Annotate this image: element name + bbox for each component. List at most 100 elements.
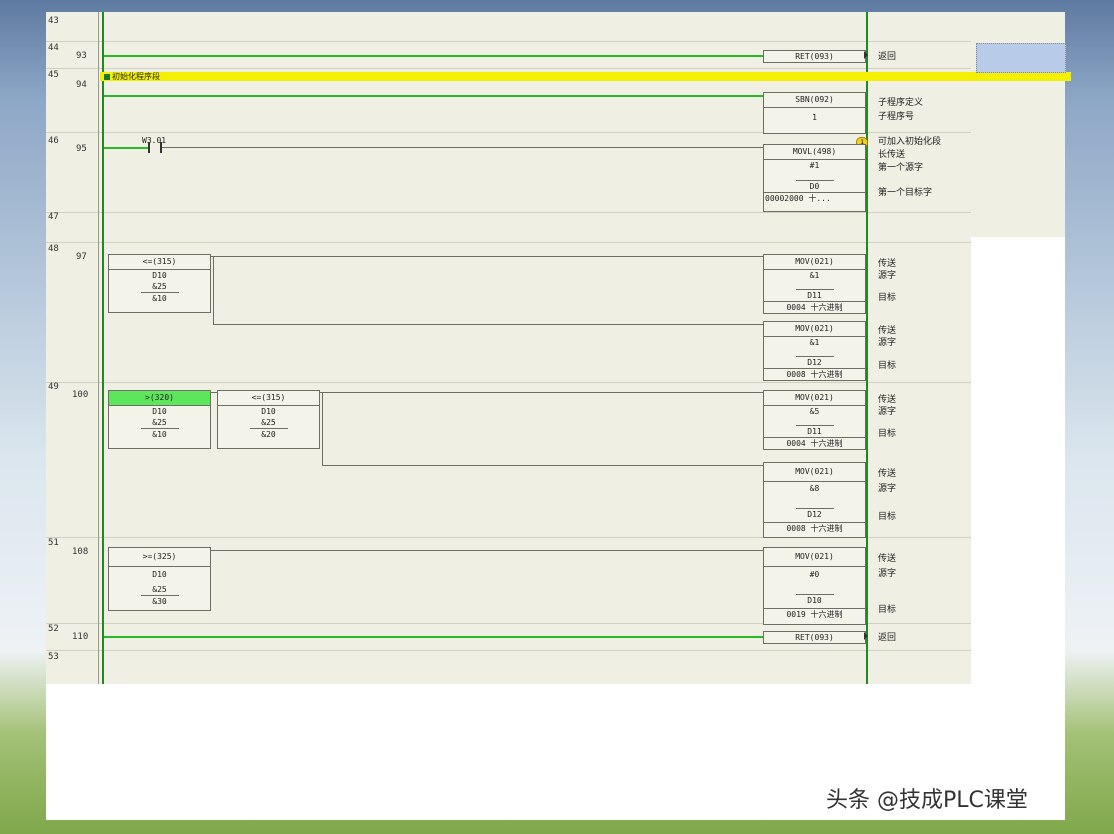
- section-header: 初始化程序段: [104, 72, 160, 81]
- mov-instruction[interactable]: MOV(021) &5 D11 0004 十六进制: [763, 390, 866, 450]
- operand: D10: [152, 271, 167, 280]
- rung-line: [104, 636, 764, 638]
- operand-value: 0004 十六进制: [764, 437, 865, 450]
- operand: D12: [807, 510, 822, 519]
- rung-line: [213, 324, 763, 325]
- comment: 目标: [878, 361, 897, 371]
- compare-instruction[interactable]: >=(325) D10 &25 &30: [108, 547, 211, 611]
- row-number: 52: [48, 624, 59, 634]
- section-label: 初始化程序段: [112, 72, 160, 81]
- right-power-rail: [866, 12, 868, 684]
- rung-line: [162, 147, 764, 148]
- comment: 目标: [878, 605, 897, 615]
- instruction-name: MOV(021): [764, 322, 865, 337]
- comment: 子程序定义: [878, 98, 924, 108]
- row-number-divider: [98, 12, 99, 684]
- rung-line: [210, 256, 763, 257]
- output-arrow-icon: [864, 51, 868, 59]
- operand: &25: [152, 282, 167, 291]
- comment: 传送: [878, 469, 897, 479]
- row-divider: [46, 382, 971, 383]
- row-divider: [46, 41, 971, 42]
- row-number: 46: [48, 136, 59, 146]
- operand: &1: [809, 338, 820, 347]
- step-number: 100: [72, 390, 89, 400]
- rung-line: [319, 392, 763, 393]
- operand: &30: [152, 597, 167, 606]
- rung-line: [104, 55, 764, 57]
- operand: D10: [807, 596, 822, 605]
- movl-instruction[interactable]: MOVL(498) #1 D0 00002000 十...: [763, 144, 866, 212]
- comment: 长传送: [878, 150, 906, 160]
- comment: 源字: [878, 484, 897, 494]
- row-number: 49: [48, 382, 59, 392]
- step-number: 108: [72, 547, 89, 557]
- operand: D12: [807, 358, 822, 367]
- operand-value: 00002000 十...: [764, 192, 865, 205]
- selection-highlight: [976, 43, 1066, 73]
- instruction-name: <=(315): [109, 255, 210, 270]
- operand: &1: [809, 271, 820, 280]
- operand: &20: [261, 430, 276, 439]
- comment: 源字: [878, 407, 897, 417]
- step-number: 97: [76, 252, 87, 262]
- step-number: 93: [76, 51, 87, 61]
- compare-instruction[interactable]: <=(315) D10 &25 &10: [108, 254, 211, 313]
- rung-line: [322, 465, 763, 466]
- instruction-name: MOV(021): [764, 463, 865, 482]
- operand: D10: [261, 407, 276, 416]
- instruction-name: SBN(092): [764, 93, 865, 108]
- instruction-name: >=(325): [109, 548, 210, 567]
- output-arrow-icon: [864, 632, 868, 640]
- mov-instruction[interactable]: MOV(021) &1 D11 0004 十六进制: [763, 254, 866, 314]
- operand: &5: [809, 407, 820, 416]
- instruction-name: <=(315): [218, 391, 319, 406]
- ret-instruction[interactable]: RET(093): [763, 50, 866, 63]
- branch-line: [213, 256, 214, 324]
- operand: D10: [152, 407, 167, 416]
- comment: 目标: [878, 293, 897, 303]
- row-divider: [46, 212, 971, 213]
- mov-instruction[interactable]: MOV(021) &1 D12 0008 十六进制: [763, 321, 866, 381]
- compare-instruction-active[interactable]: >(320) D10 &25 &10: [108, 390, 211, 449]
- row-number: 47: [48, 212, 59, 222]
- operand: &25: [152, 418, 167, 427]
- rung-line: [104, 95, 764, 97]
- operand: &8: [809, 484, 820, 493]
- left-power-rail: [102, 12, 104, 684]
- operand: #0: [809, 570, 820, 579]
- step-number: 95: [76, 144, 87, 154]
- comment: 可加入初始化段: [878, 137, 942, 147]
- operand-value: 0004 十六进制: [764, 301, 865, 314]
- operand: &25: [261, 418, 276, 427]
- instruction-name: MOVL(498): [764, 145, 865, 160]
- operand-value: 0008 十六进制: [764, 522, 865, 535]
- operand: D11: [807, 291, 822, 300]
- sbn-instruction[interactable]: SBN(092) 1: [763, 92, 866, 134]
- section-header-bar[interactable]: [100, 72, 1071, 81]
- row-number: 43: [48, 16, 59, 26]
- row-number: 51: [48, 538, 59, 548]
- instruction-name: MOV(021): [764, 255, 865, 270]
- comment: 目标: [878, 512, 897, 522]
- comment: 传送: [878, 554, 897, 564]
- operand: D0: [809, 182, 820, 191]
- ret-instruction[interactable]: RET(093): [763, 631, 866, 644]
- watermark: 头条 @技成PLC课堂: [826, 788, 1028, 813]
- row-divider: [46, 68, 971, 69]
- operand-value: 0019 十六进制: [764, 608, 865, 621]
- row-number: 45: [48, 70, 59, 80]
- operand-value: 0008 十六进制: [764, 368, 865, 381]
- comment: 返回: [878, 52, 897, 62]
- mov-instruction[interactable]: MOV(021) &8 D12 0008 十六进制: [763, 462, 866, 538]
- operand: 1: [812, 113, 817, 122]
- mov-instruction[interactable]: MOV(021) #0 D10 0019 十六进制: [763, 547, 866, 625]
- step-number: 110: [72, 632, 89, 642]
- operand: &10: [152, 294, 167, 303]
- operand: D11: [807, 427, 822, 436]
- comment: 第一个源字: [878, 163, 924, 173]
- contact-symbol[interactable]: [148, 142, 150, 153]
- compare-instruction[interactable]: <=(315) D10 &25 &20: [217, 390, 320, 449]
- comment: 目标: [878, 429, 897, 439]
- row-number: 53: [48, 652, 59, 662]
